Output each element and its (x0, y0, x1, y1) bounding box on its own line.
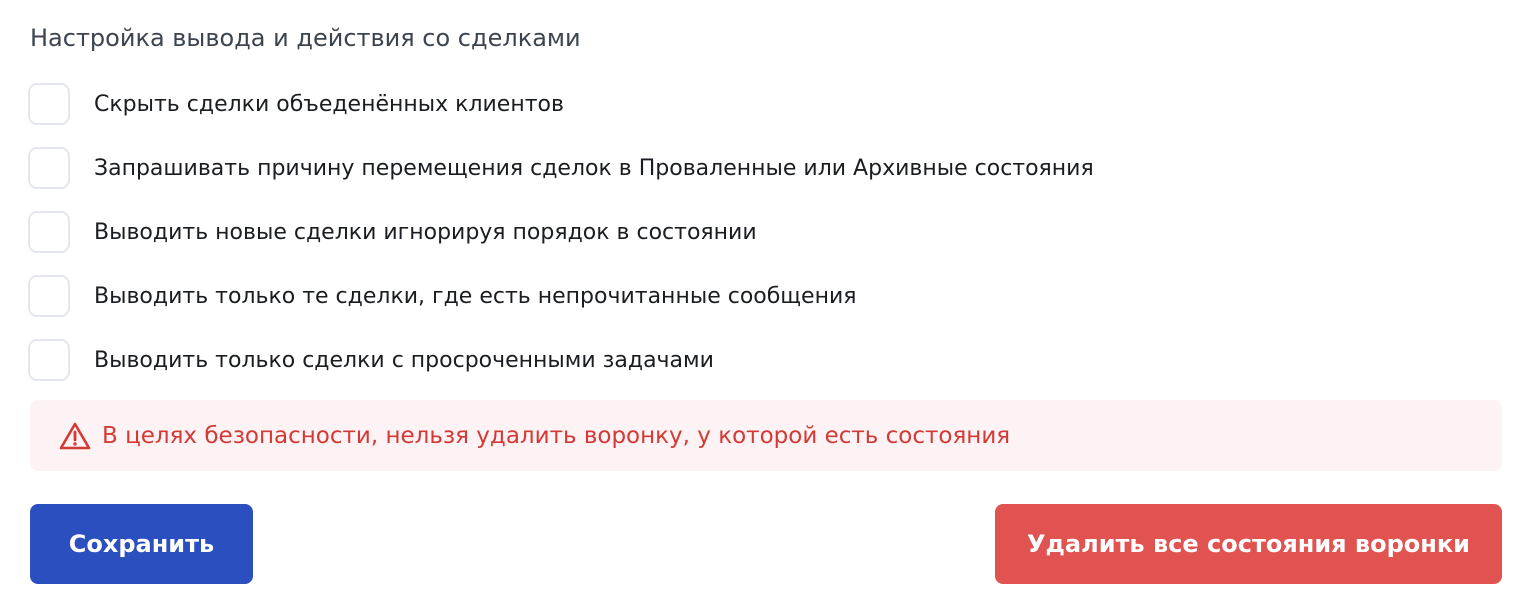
option-label: Запрашивать причину перемещения сделок в… (94, 155, 1094, 181)
checkbox[interactable] (28, 275, 70, 317)
option-hide-merged-clients[interactable]: Скрыть сделки объеденённых клиентов (28, 82, 1428, 126)
alert-text: В целях безопасности, нельзя удалить вор… (102, 422, 1011, 449)
option-ignore-order[interactable]: Выводить новые сделки игнорируя порядок … (28, 210, 1428, 254)
checkbox[interactable] (28, 339, 70, 381)
warning-triangle-icon (58, 419, 92, 453)
option-label: Выводить только сделки с просроченными з… (94, 347, 714, 373)
save-button[interactable]: Сохранить (30, 504, 253, 584)
warning-alert: В целях безопасности, нельзя удалить вор… (30, 400, 1502, 471)
funnel-settings-panel: Настройка вывода и действия со сделками … (0, 0, 1528, 594)
checkbox[interactable] (28, 83, 70, 125)
option-ask-move-reason[interactable]: Запрашивать причину перемещения сделок в… (28, 146, 1428, 190)
options-list: Скрыть сделки объеденённых клиентов Запр… (28, 82, 1428, 402)
option-label: Выводить только те сделки, где есть непр… (94, 283, 857, 309)
delete-all-states-button[interactable]: Удалить все состояния воронки (995, 504, 1502, 584)
option-overdue-only[interactable]: Выводить только сделки с просроченными з… (28, 338, 1428, 382)
section-title: Настройка вывода и действия со сделками (30, 24, 581, 52)
option-label: Скрыть сделки объеденённых клиентов (94, 91, 564, 117)
option-unread-only[interactable]: Выводить только те сделки, где есть непр… (28, 274, 1428, 318)
checkbox[interactable] (28, 211, 70, 253)
checkbox[interactable] (28, 147, 70, 189)
option-label: Выводить новые сделки игнорируя порядок … (94, 219, 757, 245)
